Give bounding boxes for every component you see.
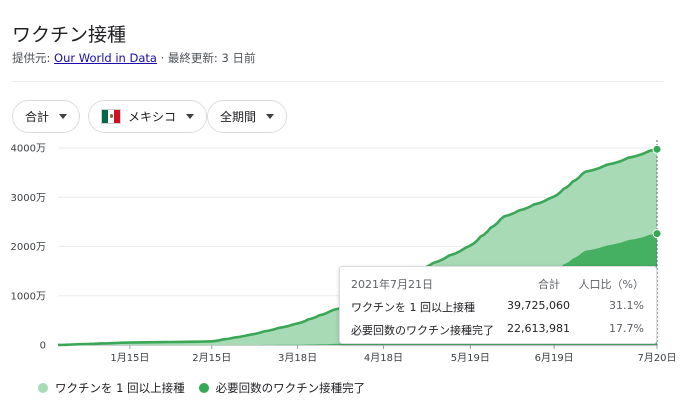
y-tick-label: 3000万 bbox=[11, 193, 46, 204]
legend-label: ワクチンを 1 回以上接種 bbox=[55, 381, 185, 395]
x-tick-label: 4月18日 bbox=[364, 352, 403, 364]
caret-down-icon bbox=[186, 114, 195, 119]
source-line: 提供元: Our World in Data · 最終更新: 3 日前 bbox=[12, 50, 255, 66]
tooltip-col-total: 合計 bbox=[538, 278, 560, 291]
source-prefix: 提供元: bbox=[12, 51, 51, 65]
page-title: ワクチン接種 bbox=[12, 24, 127, 46]
tooltip-row-label: 必要回数のワクチン接種完了 bbox=[351, 324, 494, 337]
data-point bbox=[652, 144, 662, 154]
legend-item[interactable]: 必要回数のワクチン接種完了 bbox=[198, 380, 366, 396]
x-tick-label: 5月19日 bbox=[451, 352, 490, 364]
caret-down-icon bbox=[266, 114, 275, 119]
metric-label: 合計 bbox=[25, 110, 50, 124]
last-updated: · 最終更新: 3 日前 bbox=[160, 51, 256, 65]
tooltip-row: 必要回数のワクチン接種完了 22,613,981 17.7% bbox=[351, 322, 644, 338]
x-tick-label: 1月15日 bbox=[110, 352, 149, 364]
tooltip-row: ワクチンを 1 回以上接種 39,725,060 31.1% bbox=[351, 299, 644, 315]
legend-swatch bbox=[38, 383, 48, 393]
data-point bbox=[652, 229, 662, 239]
caret-down-icon bbox=[59, 114, 68, 119]
x-tick-label: 2月15日 bbox=[192, 352, 231, 364]
x-tick-label: 6月19日 bbox=[535, 352, 574, 364]
tooltip-row-pct: 31.1% bbox=[609, 299, 644, 312]
tooltip-col-pct: 人口比（%） bbox=[578, 278, 644, 291]
y-tick-label: 1000万 bbox=[11, 291, 46, 302]
period-dropdown[interactable]: 全期間 bbox=[207, 100, 288, 133]
tooltip-row-value: 22,613,981 bbox=[507, 322, 570, 335]
tooltip-row-value: 39,725,060 bbox=[507, 299, 570, 312]
source-link[interactable]: Our World in Data bbox=[54, 51, 157, 65]
period-label: 全期間 bbox=[220, 110, 257, 124]
legend-item[interactable]: ワクチンを 1 回以上接種 bbox=[38, 380, 185, 396]
country-label: メキシコ bbox=[128, 110, 177, 124]
x-tick-label: 7月20日 bbox=[637, 352, 676, 364]
y-tick-label: 2000万 bbox=[11, 242, 46, 253]
tooltip-row-pct: 17.7% bbox=[609, 322, 644, 335]
legend-label: 必要回数のワクチン接種完了 bbox=[215, 381, 366, 395]
divider bbox=[12, 81, 664, 82]
x-tick-label: 3月18日 bbox=[278, 352, 317, 364]
legend-swatch bbox=[198, 383, 209, 393]
y-tick-label: 4000万 bbox=[11, 144, 46, 155]
y-tick-label: 0 bbox=[40, 341, 46, 352]
chart-tooltip: 2021年7月21日 合計 人口比（%） ワクチンを 1 回以上接種 39,72… bbox=[339, 266, 657, 344]
metric-dropdown[interactable]: 合計 bbox=[12, 100, 81, 133]
tooltip-row-label: ワクチンを 1 回以上接種 bbox=[351, 301, 475, 314]
chart-legend: ワクチンを 1 回以上接種 必要回数のワクチン接種完了 bbox=[38, 380, 379, 396]
mexico-flag-icon bbox=[101, 109, 121, 124]
tooltip-date: 2021年7月21日 bbox=[351, 278, 433, 291]
country-dropdown[interactable]: メキシコ bbox=[88, 100, 208, 133]
